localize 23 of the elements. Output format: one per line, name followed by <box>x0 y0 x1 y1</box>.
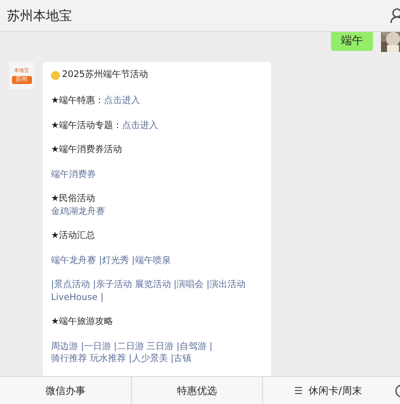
message-text: ★端午旅游攻略 <box>51 317 114 327</box>
profile-icon[interactable] <box>390 8 400 24</box>
link[interactable]: LiveHouse | <box>51 292 104 302</box>
chat-title: 苏州本地宝 <box>7 8 72 24</box>
menu-tab[interactable]: 休闲卡/周末 <box>308 384 362 398</box>
message-text: ★民俗活动 <box>51 194 96 204</box>
link[interactable]: |景点活动 |亲子活动 展览活动 |演唱会 |演出活动 <box>51 280 246 290</box>
message-text: ★端午特惠： <box>51 96 104 106</box>
message-text: ★端午消费券活动 <box>51 145 122 155</box>
menu-tab[interactable]: 特惠优选 <box>177 384 217 398</box>
link[interactable]: 周边游 |一日游 |二日游 三日游 |自驾游 | <box>51 342 212 352</box>
message-title: 2025苏州端午节活动 <box>62 68 148 82</box>
link[interactable]: 金鸡湖龙舟赛 <box>51 206 105 216</box>
link[interactable]: 骑行推荐 玩水推荐 |人少景美 |古镇 <box>51 354 192 364</box>
message-text: ★端午活动专题： <box>51 120 122 130</box>
link[interactable]: 点击进入 <box>122 120 158 130</box>
message-text: ★活动汇总 <box>51 231 96 241</box>
link[interactable]: 端午消费券 <box>51 170 96 180</box>
menu-tab[interactable]: 微信办事 <box>45 384 86 398</box>
sent-message-bubble: 端午 <box>331 32 373 51</box>
link[interactable]: 点击进入 <box>104 96 140 106</box>
circle-icon <box>51 70 60 80</box>
link[interactable]: 端午龙舟赛 |灯光秀 |端午喷泉 <box>51 256 171 266</box>
